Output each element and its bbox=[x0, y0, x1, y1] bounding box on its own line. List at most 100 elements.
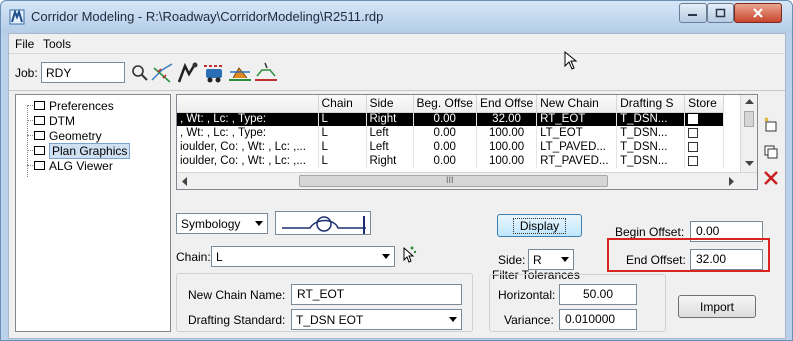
scroll-right-icon[interactable] bbox=[729, 177, 735, 186]
variance-field[interactable]: 0.010000 bbox=[559, 309, 637, 330]
chain-dropdown[interactable]: L bbox=[211, 246, 395, 267]
minimize-button[interactable] bbox=[679, 3, 707, 23]
cell-side: Right bbox=[366, 112, 414, 126]
vehicle-icon[interactable] bbox=[201, 60, 227, 86]
app-icon bbox=[9, 9, 25, 25]
chevron-down-icon bbox=[382, 254, 390, 259]
store-checkbox[interactable] bbox=[688, 155, 699, 166]
column-header[interactable]: New Chain bbox=[536, 95, 618, 113]
maximize-button[interactable] bbox=[707, 3, 734, 23]
store-checkbox[interactable] bbox=[688, 141, 699, 152]
delete-row-icon[interactable] bbox=[762, 169, 780, 187]
chevron-down-icon bbox=[561, 257, 569, 262]
variance-label: Variance: bbox=[504, 313, 554, 327]
column-header[interactable]: Side bbox=[366, 95, 414, 113]
cell-beg-offset: 0.00 bbox=[413, 154, 477, 168]
cell-store bbox=[684, 154, 725, 168]
chain-label: Chain: bbox=[176, 250, 211, 264]
column-header[interactable]: End Offse bbox=[476, 95, 538, 113]
table-header: Chain Side Beg. Offse End Offse New Chai… bbox=[177, 95, 725, 113]
new-chain-name-label: New Chain Name: bbox=[188, 288, 286, 302]
tree-item-geometry[interactable]: Geometry bbox=[20, 129, 102, 143]
store-checkbox[interactable] bbox=[688, 114, 699, 125]
cell-side: Right bbox=[366, 154, 414, 168]
begin-offset-label: Begin Offset: bbox=[615, 225, 685, 239]
side-dropdown[interactable]: R bbox=[528, 249, 574, 270]
chains-table-grid: Chain Side Beg. Offse End Offse New Chai… bbox=[177, 95, 725, 168]
column-header[interactable]: Chain bbox=[318, 95, 367, 113]
window-title: Corridor Modeling - R:\Roadway\CorridorM… bbox=[31, 9, 384, 24]
pick-chain-icon[interactable] bbox=[399, 244, 417, 264]
chevron-down-icon bbox=[255, 221, 263, 226]
horizontal-scroll-thumb[interactable]: III bbox=[299, 175, 608, 187]
tree-item-alg-viewer[interactable]: ALG Viewer bbox=[20, 159, 113, 173]
symbology-dropdown[interactable]: Symbology bbox=[176, 213, 268, 234]
vertical-scrollbar[interactable] bbox=[740, 95, 757, 173]
cell-end-offset: 100.00 bbox=[476, 140, 538, 154]
tree-node-icon bbox=[34, 161, 45, 170]
table-row[interactable]: ioulder, Co: , Wt: , Lc: ,... L Left 0.0… bbox=[177, 140, 725, 154]
add-row-icon[interactable] bbox=[762, 116, 780, 134]
cell-drafting-standard: T_DSN... bbox=[616, 140, 686, 154]
tree-item-plan-graphics[interactable]: Plan Graphics bbox=[20, 142, 131, 159]
tree-node-icon bbox=[34, 116, 45, 125]
display-button[interactable]: Display bbox=[497, 214, 582, 237]
cell-chain: L bbox=[318, 154, 367, 168]
cell-end-offset: 100.00 bbox=[476, 154, 538, 168]
cell-chain: L bbox=[318, 140, 367, 154]
cell-drafting-standard: T_DSN... bbox=[616, 126, 686, 140]
table-row[interactable]: ioulder, Co: , Wt: , Lc: ,... L Right 0.… bbox=[177, 154, 725, 168]
tree-item-preferences[interactable]: Preferences bbox=[20, 99, 114, 113]
maximize-icon bbox=[715, 8, 725, 18]
mouse-cursor-icon bbox=[564, 51, 578, 70]
cell-chain: L bbox=[318, 126, 367, 140]
new-chain-name-field[interactable]: RT_EOT bbox=[291, 284, 462, 305]
surveyor-icon[interactable] bbox=[175, 60, 201, 86]
horizontal-field[interactable]: 50.00 bbox=[559, 284, 637, 305]
column-header[interactable] bbox=[177, 95, 319, 113]
column-header[interactable]: Store bbox=[684, 95, 725, 113]
table-row[interactable]: , Wt: , Lc: , Type: L Left 0.00 100.00 L… bbox=[177, 126, 725, 140]
copy-row-icon[interactable] bbox=[762, 143, 780, 161]
drafting-standard-dropdown[interactable]: T_DSN EOT bbox=[291, 309, 462, 330]
symbology-preview[interactable] bbox=[275, 211, 371, 235]
cell-description: , Wt: , Lc: , Type: bbox=[177, 126, 319, 140]
horizontal-scrollbar[interactable]: III bbox=[177, 172, 757, 189]
highlight-annotation bbox=[607, 238, 770, 272]
cell-description: ioulder, Co: , Wt: , Lc: ,... bbox=[177, 140, 319, 154]
cell-new-chain: LT_PAVED... bbox=[536, 140, 618, 154]
cell-store bbox=[684, 140, 725, 154]
scroll-up-icon[interactable] bbox=[745, 99, 754, 105]
alignment-icon[interactable] bbox=[149, 60, 175, 86]
job-input[interactable] bbox=[41, 62, 125, 83]
import-button[interactable]: Import bbox=[678, 295, 756, 318]
chevron-down-icon bbox=[449, 317, 457, 322]
menu-tools[interactable]: Tools bbox=[43, 37, 71, 51]
scroll-down-icon[interactable] bbox=[745, 161, 754, 167]
chains-table[interactable]: Chain Side Beg. Offse End Offse New Chai… bbox=[176, 94, 758, 190]
toolbar: Job: bbox=[9, 51, 785, 91]
cell-beg-offset: 0.00 bbox=[413, 126, 477, 140]
client-area: File Tools Job: RDY Preferences DTM Geom… bbox=[8, 33, 786, 339]
cell-new-chain: LT_EOT bbox=[536, 126, 618, 140]
vertical-scroll-thumb[interactable] bbox=[744, 111, 754, 127]
store-checkbox[interactable] bbox=[688, 127, 699, 138]
symbology-line-icon bbox=[282, 216, 366, 234]
tree-item-dtm[interactable]: DTM bbox=[20, 114, 75, 128]
roadway-icon[interactable] bbox=[227, 60, 253, 86]
cross-section-icon[interactable] bbox=[253, 60, 279, 86]
column-header[interactable]: Drafting S bbox=[616, 95, 686, 113]
column-header[interactable]: Beg. Offse bbox=[413, 95, 477, 113]
cell-description: ioulder, Co: , Wt: , Lc: ,... bbox=[177, 154, 319, 168]
cell-chain: L bbox=[318, 112, 367, 126]
cell-beg-offset: 0.00 bbox=[413, 112, 477, 126]
close-button[interactable] bbox=[734, 3, 782, 23]
scroll-left-icon[interactable] bbox=[182, 177, 188, 186]
cell-drafting-standard: T_DSN... bbox=[616, 112, 686, 126]
cell-end-offset: 32.00 bbox=[476, 112, 538, 126]
cell-description: , Wt: , Lc: , Type: bbox=[177, 112, 319, 126]
scroll-grip: III bbox=[446, 175, 454, 185]
table-row[interactable]: , Wt: , Lc: , Type: L Right 0.00 32.00 R… bbox=[177, 112, 725, 126]
cell-side: Left bbox=[366, 126, 414, 140]
menu-file[interactable]: File bbox=[15, 37, 34, 51]
